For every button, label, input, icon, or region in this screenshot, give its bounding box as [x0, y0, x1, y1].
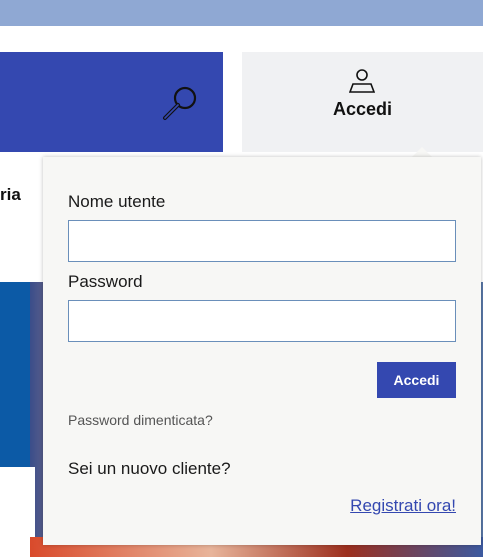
top-bar: [0, 0, 483, 26]
user-icon: [349, 69, 375, 93]
login-tab-label[interactable]: Accedi: [242, 99, 483, 120]
forgot-password-link[interactable]: Password dimenticata?: [68, 412, 213, 428]
register-link[interactable]: Registrati ora!: [350, 496, 456, 516]
username-input[interactable]: [68, 220, 456, 262]
login-submit-button[interactable]: Accedi: [377, 362, 456, 398]
nav-item-partial[interactable]: ria: [0, 185, 21, 205]
password-input[interactable]: [68, 300, 456, 342]
username-label: Nome utente: [68, 192, 166, 211]
popup-arrow: [412, 147, 432, 157]
new-customer-text: Sei un nuovo cliente?: [68, 459, 231, 478]
login-popup: [43, 157, 481, 545]
password-label: Password: [68, 272, 143, 291]
search-icon[interactable]: [160, 84, 200, 124]
